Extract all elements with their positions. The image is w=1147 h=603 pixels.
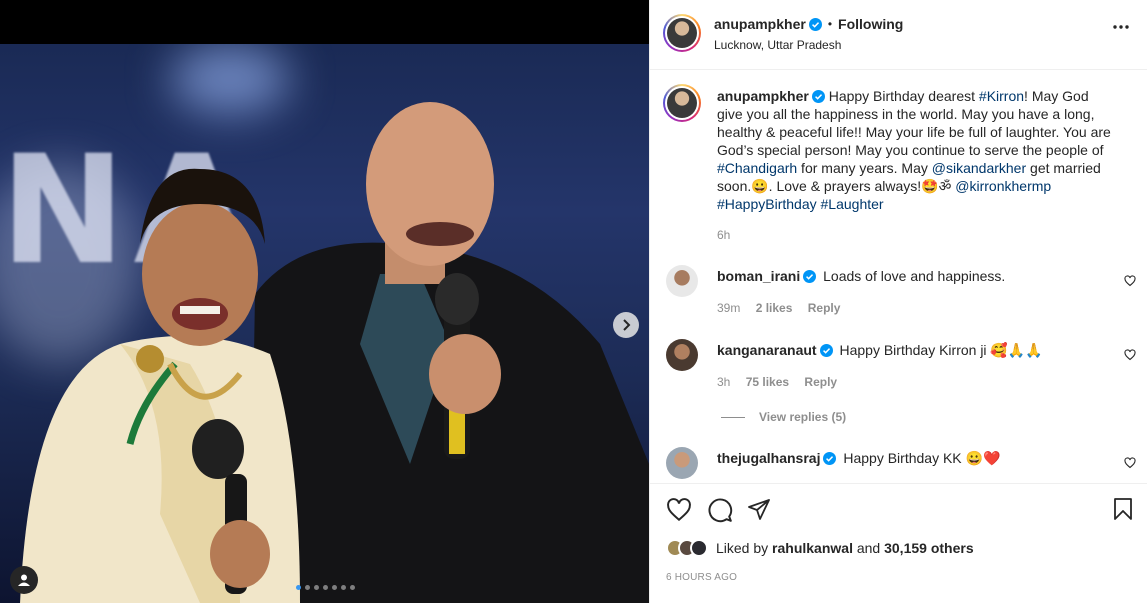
- comment-meta: 39m 2 likes Reply: [717, 301, 840, 315]
- heart-icon[interactable]: [1124, 457, 1136, 469]
- verified-icon: [808, 17, 822, 31]
- caption-link[interactable]: #Kirron: [979, 88, 1024, 104]
- comments-section[interactable]: anupampkher Happy Birthday dearest #Kirr…: [650, 71, 1147, 483]
- carousel-next-button[interactable]: [613, 312, 639, 338]
- heart-icon[interactable]: [1124, 349, 1136, 361]
- caption-avatar[interactable]: [663, 84, 701, 122]
- liked-by-user[interactable]: rahulkanwal: [772, 540, 853, 556]
- carousel-dot: [305, 585, 310, 590]
- carousel-indicator: [296, 585, 355, 590]
- verified-icon: [823, 452, 837, 465]
- carousel-dot: [332, 585, 337, 590]
- heart-icon[interactable]: [666, 497, 692, 523]
- post-location[interactable]: Lucknow, Uttar Pradesh: [714, 38, 841, 52]
- comment-likes[interactable]: 75 likes: [746, 375, 789, 389]
- carousel-dot: [296, 585, 301, 590]
- comment-row: kanganaranaut Happy Birthday Kirron ji 🥰…: [717, 342, 1043, 359]
- more-icon[interactable]: [1112, 24, 1130, 30]
- comment-text: Loads of love and happiness.: [823, 268, 1006, 284]
- comment-time[interactable]: 39m: [717, 301, 740, 315]
- user-tags-button[interactable]: [10, 566, 38, 594]
- caption-segment: Happy Birthday dearest: [828, 88, 979, 104]
- comment-row: thejugalhansraj Happy Birthday KK 😀❤️: [717, 450, 1000, 467]
- comment-likes[interactable]: 2 likes: [756, 301, 793, 315]
- comment-text: Happy Birthday KK 😀❤️: [843, 450, 1001, 466]
- post-header: anupampkher • Following Lucknow, Uttar P…: [650, 0, 1147, 70]
- share-icon[interactable]: [747, 497, 771, 521]
- caption-link[interactable]: #Chandigarh: [717, 160, 797, 176]
- carousel-dot: [314, 585, 319, 590]
- liker-avatar[interactable]: [690, 539, 708, 557]
- comment-reply-button[interactable]: Reply: [804, 375, 837, 389]
- post-photo[interactable]: NA: [0, 44, 649, 603]
- comment-time[interactable]: 3h: [717, 375, 730, 389]
- replies-divider: [721, 416, 745, 418]
- caption-username[interactable]: anupampkher: [717, 88, 809, 104]
- likes-summary: Liked by rahulkanwal and 30,159 others: [666, 539, 974, 557]
- post-actions: Liked by rahulkanwal and 30,159 others 6…: [650, 483, 1147, 603]
- comment-row: boman_irani Loads of love and happiness.: [717, 268, 1005, 284]
- commenter-avatar[interactable]: [666, 265, 698, 297]
- liked-by-prefix: Liked by: [716, 540, 769, 556]
- chevron-right-icon: [623, 319, 631, 331]
- caption-link[interactable]: #Laughter: [821, 196, 884, 212]
- post-caption: anupampkher Happy Birthday dearest #Kirr…: [717, 87, 1117, 213]
- comment-text: Happy Birthday Kirron ji 🥰🙏🙏: [839, 342, 1043, 358]
- commenter-avatar[interactable]: [666, 339, 698, 371]
- post-timestamp[interactable]: 6 HOURS AGO: [666, 572, 737, 583]
- comment-icon[interactable]: [707, 497, 733, 523]
- post-sidebar: anupampkher • Following Lucknow, Uttar P…: [649, 0, 1147, 603]
- author-avatar[interactable]: [663, 14, 701, 52]
- author-username[interactable]: anupampkher: [714, 16, 806, 32]
- post-media[interactable]: NA: [0, 0, 649, 603]
- photo-woman-figure: [20, 168, 300, 603]
- caption-link[interactable]: @kirronkhermp: [955, 178, 1051, 194]
- view-replies-button[interactable]: View replies (5): [721, 410, 846, 424]
- following-button[interactable]: Following: [838, 16, 903, 32]
- caption-segment: for many years. May: [797, 160, 932, 176]
- save-icon[interactable]: [1112, 497, 1134, 521]
- header-separator: •: [827, 17, 833, 31]
- caption-link[interactable]: #HappyBirthday: [717, 196, 817, 212]
- liked-by-and: and: [856, 540, 881, 556]
- comment-username[interactable]: kanganaranaut: [717, 342, 817, 358]
- view-replies-label: View replies (5): [759, 410, 847, 424]
- verified-icon: [811, 90, 825, 103]
- carousel-dot: [350, 585, 355, 590]
- carousel-dot: [341, 585, 346, 590]
- comment-username[interactable]: boman_irani: [717, 268, 800, 284]
- caption-time[interactable]: 6h: [717, 228, 730, 242]
- heart-icon[interactable]: [1124, 275, 1136, 287]
- user-tag-icon: [18, 574, 30, 586]
- carousel-dot: [323, 585, 328, 590]
- caption-text: Happy Birthday dearest #Kirron! May God …: [717, 88, 1111, 212]
- verified-icon: [803, 270, 817, 283]
- comment-username[interactable]: thejugalhansraj: [717, 450, 820, 466]
- likes-count[interactable]: 30,159 others: [884, 540, 974, 556]
- comment-reply-button[interactable]: Reply: [808, 301, 841, 315]
- verified-icon: [819, 344, 833, 357]
- comment-meta: 3h 75 likes Reply: [717, 375, 837, 389]
- commenter-avatar[interactable]: [666, 447, 698, 479]
- caption-link[interactable]: @sikandarkher: [932, 160, 1026, 176]
